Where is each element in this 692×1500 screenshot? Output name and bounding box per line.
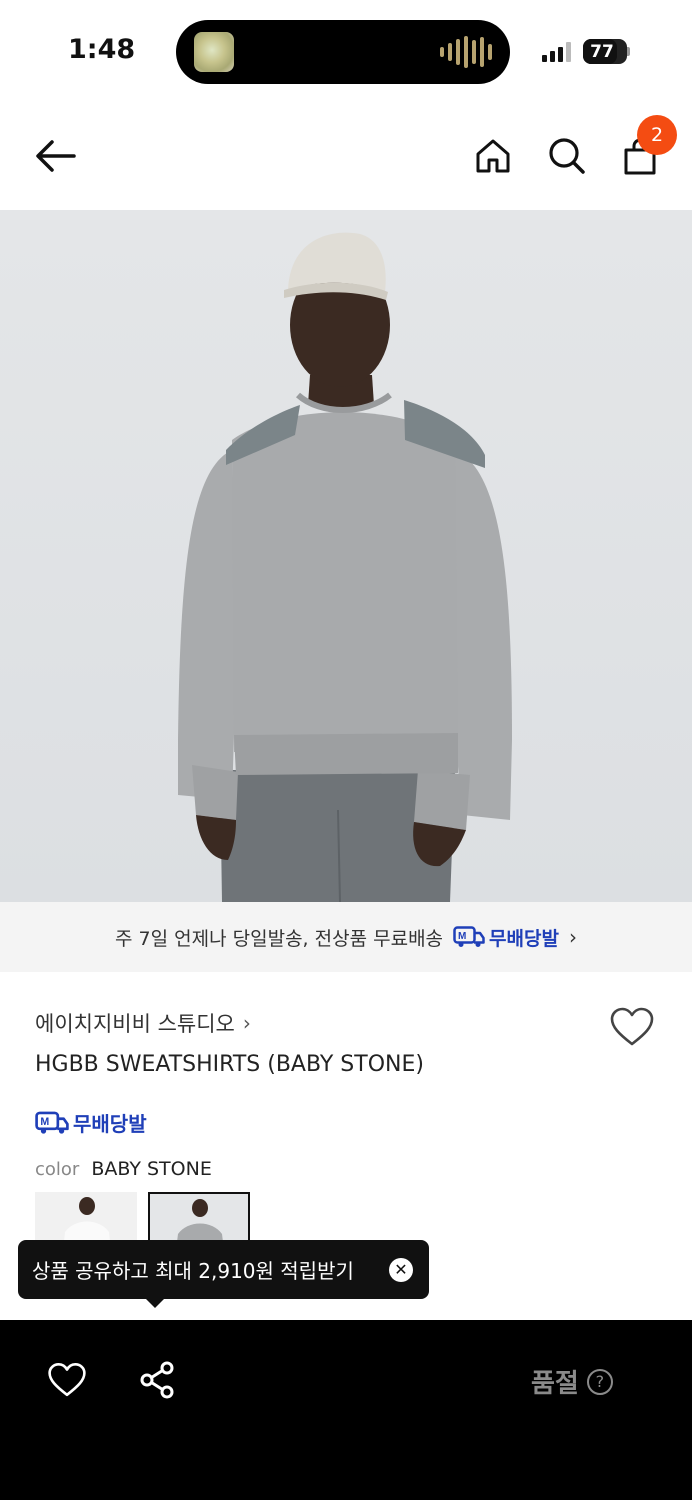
status-bar: 1:48 77 xyxy=(0,0,692,100)
delivery-truck-icon: M xyxy=(35,1111,69,1134)
battery-icon: 77 xyxy=(583,39,627,64)
product-image[interactable] xyxy=(0,210,692,902)
audio-waveform-icon xyxy=(440,36,492,68)
dynamic-island[interactable] xyxy=(176,20,510,84)
cellular-signal-icon xyxy=(542,40,571,62)
sold-out-label: 품절 xyxy=(531,1369,579,1399)
top-navigation xyxy=(0,100,692,210)
heart-icon[interactable] xyxy=(609,1006,655,1048)
delivery-badge: M 무배당발 xyxy=(453,924,559,951)
cart-count-badge: 2 xyxy=(637,115,677,155)
brand-name: 에이치지비비 스튜디오 xyxy=(35,1012,235,1036)
status-time: 1:48 xyxy=(68,34,136,65)
close-icon[interactable]: ✕ xyxy=(389,1258,413,1282)
svg-text:M: M xyxy=(458,931,466,942)
help-icon[interactable]: ? xyxy=(586,1368,613,1395)
share-reward-tooltip: 상품 공유하고 최대 2,910원 적립받기 ✕ xyxy=(18,1240,429,1299)
tooltip-arrow xyxy=(145,1298,165,1308)
delivery-banner-text: 주 7일 언제나 당일발송, 전상품 무료배송 xyxy=(115,927,444,950)
chevron-right-icon: › xyxy=(568,925,577,949)
arrow-left-icon[interactable] xyxy=(34,138,78,174)
heart-icon[interactable] xyxy=(47,1361,87,1399)
bottom-action-bar xyxy=(0,1320,692,1500)
model-photo xyxy=(178,232,512,902)
delivery-banner[interactable]: 주 7일 언제나 당일발송, 전상품 무료배송 M 무배당발 › xyxy=(0,902,692,972)
share-icon[interactable] xyxy=(139,1361,177,1399)
color-row: color BABY STONE xyxy=(35,1158,212,1180)
product-name: HGBB SWEATSHIRTS (BABY STONE) xyxy=(35,1052,424,1077)
delivery-truck-icon: M xyxy=(453,926,485,947)
home-icon[interactable] xyxy=(475,138,511,174)
tooltip-text: 상품 공유하고 최대 2,910원 적립받기 xyxy=(32,1259,354,1283)
chevron-right-icon: › xyxy=(242,1011,251,1035)
delivery-badge-text: 무배당발 xyxy=(73,1112,147,1136)
product-delivery-badge: M 무배당발 xyxy=(35,1108,147,1137)
color-value: BABY STONE xyxy=(91,1158,212,1180)
delivery-badge-text: 무배당발 xyxy=(489,927,559,950)
now-playing-artwork xyxy=(194,32,234,72)
color-label: color xyxy=(35,1159,80,1180)
svg-text:M: M xyxy=(40,1116,49,1128)
brand-link[interactable]: 에이치지비비 스튜디오 › xyxy=(35,1008,251,1038)
battery-cap xyxy=(627,47,630,56)
search-icon[interactable] xyxy=(548,137,586,175)
battery-percent: 77 xyxy=(590,42,614,62)
sold-out-status: 품절 ? xyxy=(531,1363,613,1400)
